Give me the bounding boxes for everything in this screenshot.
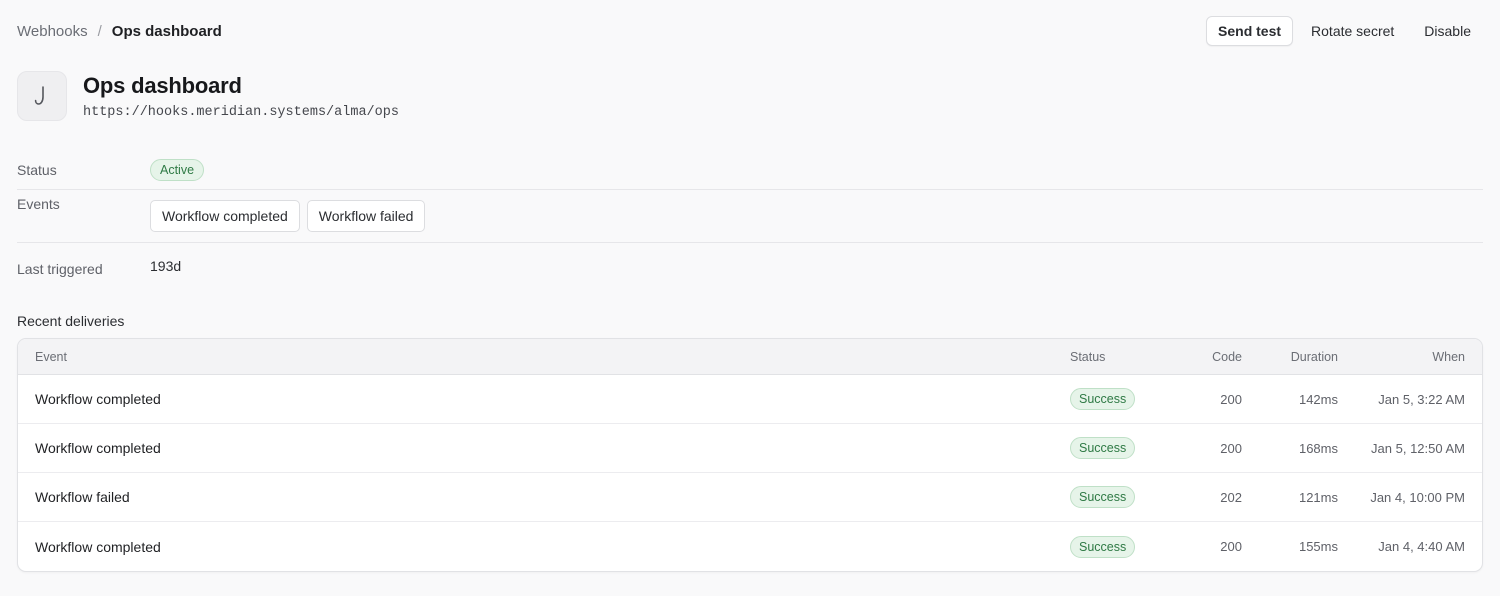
table-row[interactable]: Workflow completed Success 200 155ms Jan…: [18, 522, 1482, 571]
last-triggered-label: Last triggered: [17, 261, 103, 277]
status-badge: Success: [1070, 535, 1136, 558]
header-actions: Send test Rotate secret Disable: [1206, 16, 1483, 46]
send-test-button[interactable]: Send test: [1206, 16, 1294, 46]
cell-duration: 142ms: [1298, 391, 1338, 407]
page-title: Ops dashboard: [83, 72, 242, 98]
cell-when: Jan 4, 10:00 PM: [1370, 489, 1465, 505]
column-header-code: Code: [1212, 349, 1242, 364]
status-badge: Success: [1070, 437, 1136, 459]
status-badge: Active: [150, 158, 205, 181]
breadcrumb-webhooks-link[interactable]: Webhooks: [17, 23, 88, 40]
disable-button[interactable]: Disable: [1412, 16, 1483, 46]
table-row[interactable]: Workflow completed Success 200 168ms Jan…: [18, 424, 1482, 473]
deliveries-table: Event Status Code Duration When Workflow…: [17, 338, 1483, 572]
webhook-url: https://hooks.meridian.systems/alma/ops: [83, 104, 399, 120]
rotate-secret-button[interactable]: Rotate secret: [1299, 16, 1406, 46]
hook-icon: [34, 86, 44, 105]
cell-when: Jan 4, 4:40 AM: [1378, 539, 1465, 554]
detail-row-events: Events Workflow completed Workflow faile…: [17, 190, 1483, 243]
breadcrumb-separator: /: [97, 22, 102, 40]
events-label: Events: [17, 196, 60, 212]
status-badge: Success: [1070, 486, 1136, 508]
webhook-icon-tile: [17, 71, 67, 121]
cell-duration: 155ms: [1298, 539, 1338, 554]
cell-event: Workflow failed: [35, 489, 130, 505]
cell-code: 200: [1220, 440, 1242, 456]
webhook-header: Ops dashboard https://hooks.meridian.sys…: [17, 71, 399, 121]
cell-event: Workflow completed: [35, 538, 161, 555]
cell-duration: 168ms: [1298, 440, 1338, 456]
webhook-detail-page: Webhooks / Ops dashboard Send test Rotat…: [0, 0, 1500, 596]
recent-deliveries-heading: Recent deliveries: [17, 313, 125, 329]
webhook-title-block: Ops dashboard https://hooks.meridian.sys…: [83, 73, 399, 120]
event-chip: Workflow completed: [150, 200, 300, 232]
column-header-when: When: [1432, 349, 1465, 364]
cell-event: Workflow completed: [35, 391, 161, 407]
cell-code: 202: [1220, 489, 1242, 505]
cell-code: 200: [1220, 391, 1242, 407]
table-row[interactable]: Workflow completed Success 200 142ms Jan…: [18, 375, 1482, 424]
status-label: Status: [17, 161, 57, 178]
table-row[interactable]: Workflow failed Success 202 121ms Jan 4,…: [18, 473, 1482, 522]
webhook-details: Status Active Events Workflow completed …: [17, 150, 1483, 289]
header-bar: Webhooks / Ops dashboard Send test Rotat…: [17, 16, 1483, 46]
cell-when: Jan 5, 12:50 AM: [1371, 440, 1465, 456]
breadcrumb: Webhooks / Ops dashboard: [17, 23, 222, 40]
status-badge: Success: [1070, 388, 1136, 410]
detail-row-last-triggered: Last triggered 193d: [17, 243, 1483, 289]
cell-duration: 121ms: [1298, 489, 1338, 505]
event-chip: Workflow failed: [306, 200, 426, 232]
column-header-event: Event: [35, 349, 67, 364]
breadcrumb-current: Ops dashboard: [111, 22, 222, 40]
cell-code: 200: [1220, 539, 1242, 554]
event-chips: Workflow completed Workflow failed: [150, 200, 426, 232]
cell-when: Jan 5, 3:22 AM: [1378, 391, 1465, 407]
column-header-status: Status: [1070, 349, 1106, 364]
cell-event: Workflow completed: [35, 440, 161, 456]
detail-row-status: Status Active: [17, 150, 1483, 190]
column-header-duration: Duration: [1290, 349, 1338, 364]
last-triggered-value: 193d: [150, 258, 182, 274]
table-header: Event Status Code Duration When: [18, 339, 1482, 375]
